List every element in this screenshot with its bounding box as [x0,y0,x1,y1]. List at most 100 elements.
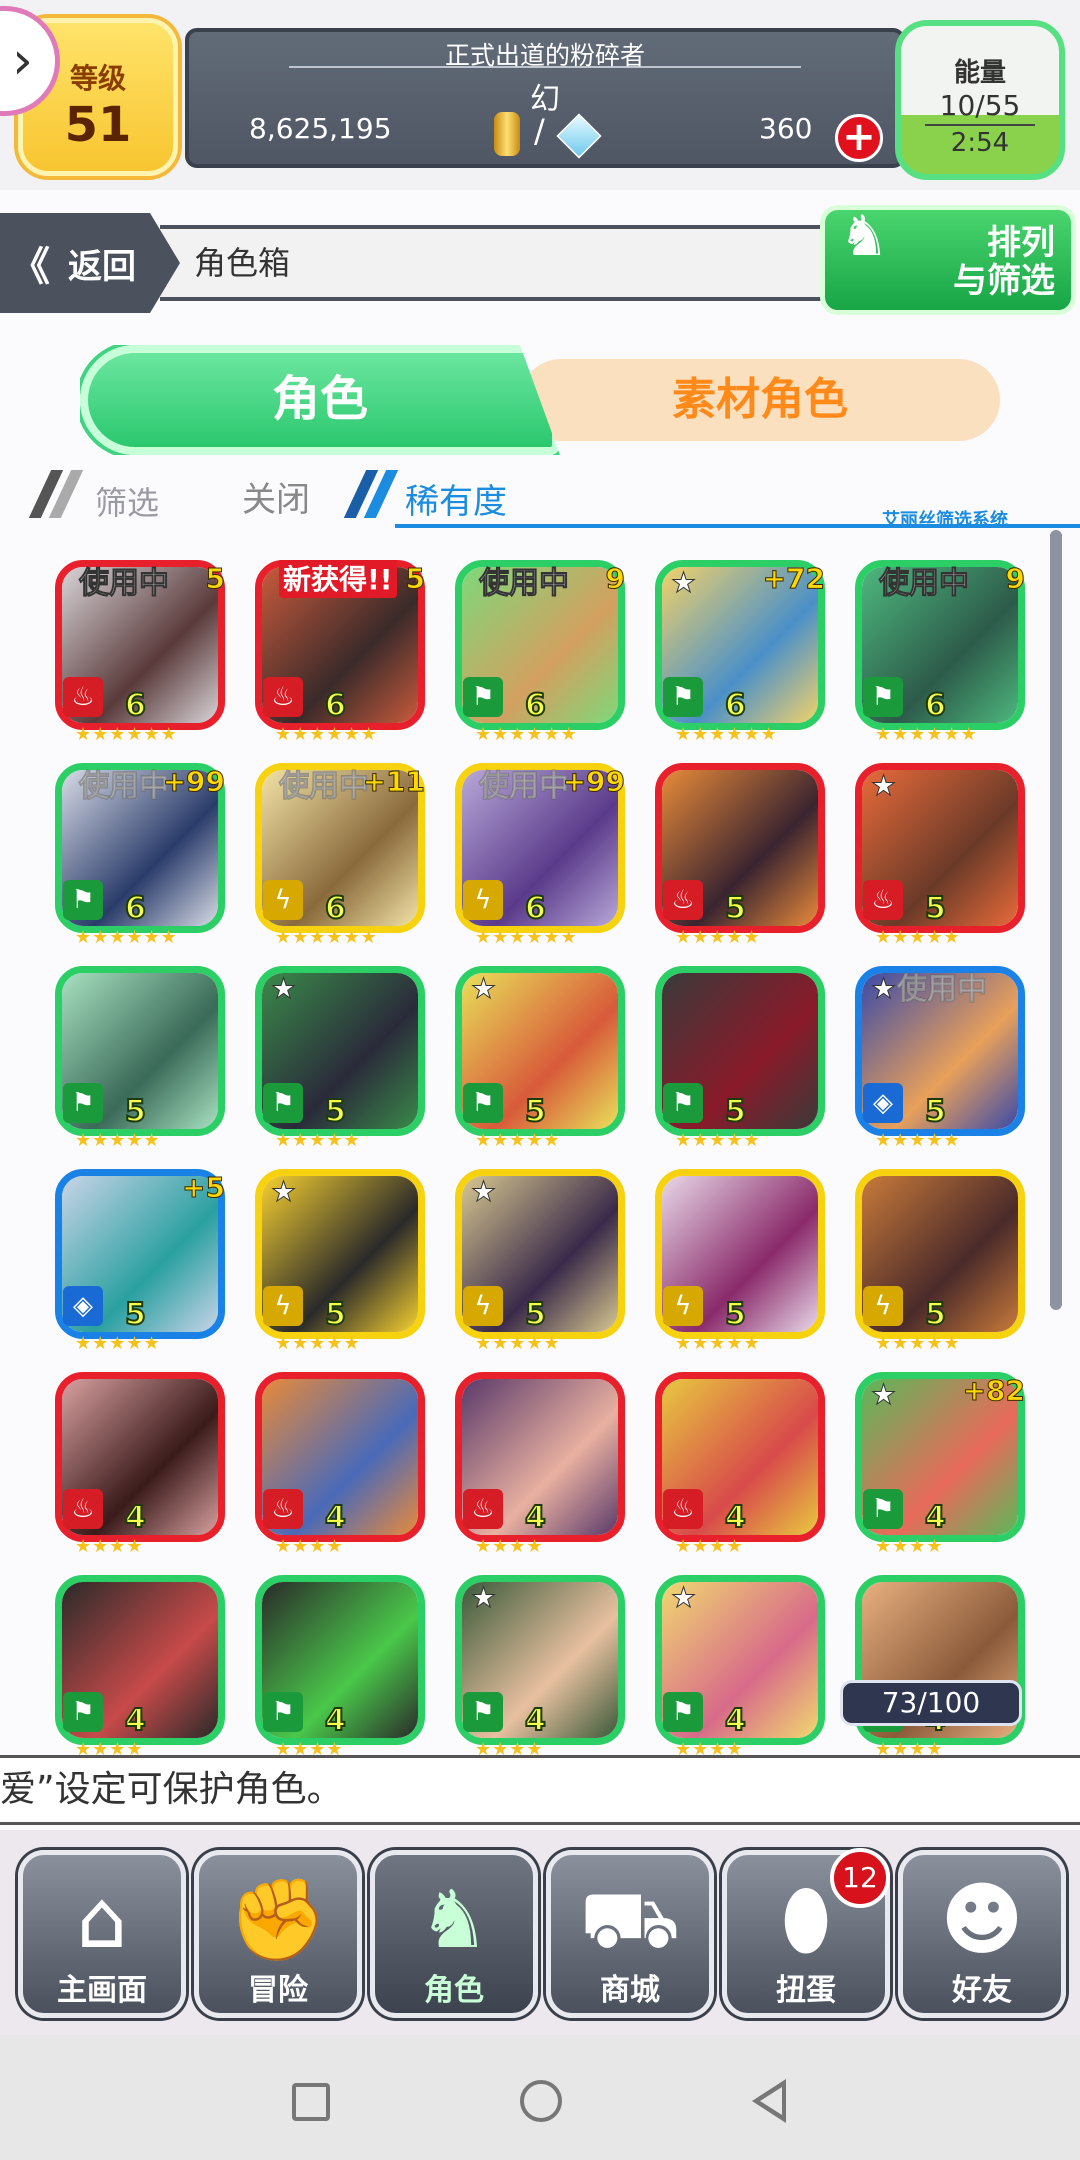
nav-button-home[interactable]: ⌂ 主画面 [18,1850,186,2018]
character-rarity-number: 5 [924,1093,947,1130]
app-root: › 等级 51 正式出道的粉碎者 幻 8,625,195 / 360 + 能量 … [0,0,1080,2160]
rarity-stars: ★★★★★★ [475,927,578,948]
energy-box[interactable]: 能量 10/55 2:54 [895,20,1065,180]
back-arrows-icon: 《 [10,244,50,290]
character-rarity-number: 4 [124,1499,147,1536]
character-card[interactable]: ⚑ 6 ★★★★★★ 使用中 9 [455,560,626,745]
character-card[interactable]: ⚑ 6 ★★★★★★ 使用中 9 [855,560,1026,745]
character-card[interactable]: ϟ 5 ★★★★★ [855,1169,1025,1354]
fire-element-icon: ♨ [863,880,903,920]
character-rarity-number: 6 [324,687,347,724]
tab-material-characters[interactable]: 素材角色 [520,359,1000,441]
rarity-stars: ★★★★★ [875,1333,961,1354]
sort-filter-button[interactable]: ♞ 排列 与筛选 [820,205,1076,315]
character-card[interactable]: ϟ 5 ★★★★★ ★ [455,1169,625,1354]
wind-element-icon: ⚑ [463,677,503,717]
character-card[interactable]: ♨ 5 ★★★★★ [655,763,825,948]
rarity-stars: ★★★★★ [275,1333,361,1354]
favorite-star-icon: ★ [870,1378,897,1412]
buy-gems-plus-icon[interactable]: + [835,114,883,162]
character-card[interactable]: ⚑ 5 ★★★★★ ★ [455,966,625,1151]
rarity-stars: ★★★★★★ [75,724,178,745]
character-card[interactable]: ⚑4★★★★ [55,1575,225,1755]
thunder-element-icon: ϟ [463,1286,503,1326]
plus-value-badge: +11 [362,765,425,799]
thunder-element-icon: ϟ [463,880,503,920]
plus-value-badge: +5 [182,1171,226,1205]
character-card[interactable]: ♨ 4 ★★★★ [455,1372,625,1557]
energy-timer: 2:54 [950,128,1010,158]
box-tabs: 素材角色 角色 [80,345,1010,455]
character-card[interactable]: ϟ 5 ★★★★★ ★ [255,1169,425,1354]
wind-element-icon: ⚑ [663,1692,703,1732]
character-card[interactable]: ⚑ 4 ★★★★ ★ [455,1575,625,1755]
rarity-stars: ★★★★★ [675,1130,761,1151]
rarity-stars: ★★★★★★ [475,724,578,745]
character-card[interactable]: ♨ 4 ★★★★ [55,1372,225,1557]
nav-button-label: 好友 [952,1973,1012,2008]
character-card[interactable]: ϟ 6 ★★★★★★ 使用中 +99 [455,763,626,948]
currency-separator: / [534,112,545,150]
filter-rarity[interactable]: 稀有度 [405,474,507,523]
character-rarity-number: 5 [724,890,747,927]
back-button[interactable]: 《 返回 [0,213,180,313]
home-system-icon[interactable] [520,2080,562,2122]
favorite-star-icon: ★ [670,1581,697,1615]
character-card[interactable]: ♨ 6 ★★★★★★ 新获得!! 5 [255,560,426,745]
rarity-stars: ★★★★ [75,1536,144,1557]
character-card[interactable]: ♨ 6 ★★★★★★ 使用中 5 [55,560,226,745]
character-card[interactable]: ϟ 6 ★★★★★★ 使用中 +11 [255,763,426,948]
nav-button-rabbit[interactable]: ♞ 角色 [370,1850,538,2018]
handshake-icon: ✊ [228,1873,328,1966]
home-icon: ⌂ [76,1873,128,1966]
filter-close-button[interactable]: 关闭 [242,472,310,521]
character-card[interactable]: ⚑ 5 ★★★★★ [55,966,225,1151]
character-card[interactable]: ♨ 4 ★★★★ [655,1372,825,1557]
plus-value-badge: +72 [762,562,825,596]
character-rarity-number: 5 [724,1296,747,1333]
character-rarity-number: 6 [724,687,747,724]
friends-icon: ☻ [940,1873,1024,1966]
in-use-badge: 使用中 [897,972,988,1008]
nav-button-friends[interactable]: ☻ 好友 [898,1850,1066,2018]
character-card[interactable]: ◈ 5 ★★★★★ +5 [55,1169,225,1354]
rarity-stars: ★★★★★★ [875,724,978,745]
character-rarity-number: 5 [124,1093,147,1130]
fire-element-icon: ♨ [263,677,303,717]
character-card[interactable]: ♨ 5 ★★★★★ ★ [855,763,1025,948]
character-card[interactable]: ⚑4★★★★ [855,1575,1025,1755]
rarity-stars: ★★★★ [875,1739,944,1755]
rarity-stars: ★★★★ [275,1739,344,1755]
tab-characters[interactable]: 角色 [80,345,560,455]
coin-amount: 8,625,195 [249,112,392,145]
nav-button-handshake[interactable]: ✊ 冒险 [194,1850,362,2018]
wind-element-icon: ⚑ [463,1692,503,1732]
character-card[interactable]: ⚑ 6 ★★★★★★ ★ +72 [655,560,826,745]
grid-scrollbar[interactable] [1050,530,1062,1310]
top-status-bar: › 等级 51 正式出道的粉碎者 幻 8,625,195 / 360 + 能量 … [0,0,1080,190]
character-card[interactable]: ⚑ 5 ★★★★★ [655,966,825,1151]
favorite-star-icon: ★ [470,1581,497,1615]
hint-ticker: 爱”设定可保护角色。 [0,1755,1080,1825]
character-card[interactable]: ϟ 5 ★★★★★ [655,1169,825,1354]
favorite-star-icon: ★ [470,972,497,1006]
gacha-notification-badge: 12 [830,1848,890,1908]
character-card[interactable]: ⚑4★★★★ [255,1575,425,1755]
character-card[interactable]: ⚑ 4 ★★★★ ★ [655,1575,825,1755]
character-card[interactable]: ◈ 5 ★★★★★ ★ 使用中 [855,966,1025,1151]
recent-apps-icon[interactable] [292,2083,330,2121]
coin-icon [494,112,520,156]
character-card[interactable]: ⚑ 5 ★★★★★ ★ [255,966,425,1151]
character-rarity-number: 6 [124,890,147,927]
character-card[interactable]: ⚑ 4 ★★★★ ★ +82 [855,1372,1026,1557]
system-navigation-bar [0,2035,1080,2160]
back-label: 返回 [68,246,136,287]
character-rarity-number: 4 [324,1702,347,1739]
scrollbar-thumb[interactable] [1050,530,1062,1310]
character-card[interactable]: ♨ 4 ★★★★ [255,1372,425,1557]
nav-button-cart[interactable]: ⛟ 商城 [546,1850,714,2018]
energy-label: 能量 [953,58,1006,88]
back-system-icon[interactable] [752,2079,786,2123]
character-card[interactable]: ⚑ 6 ★★★★★★ 使用中 +99 [55,763,226,948]
character-rarity-number: 5 [324,1296,347,1333]
